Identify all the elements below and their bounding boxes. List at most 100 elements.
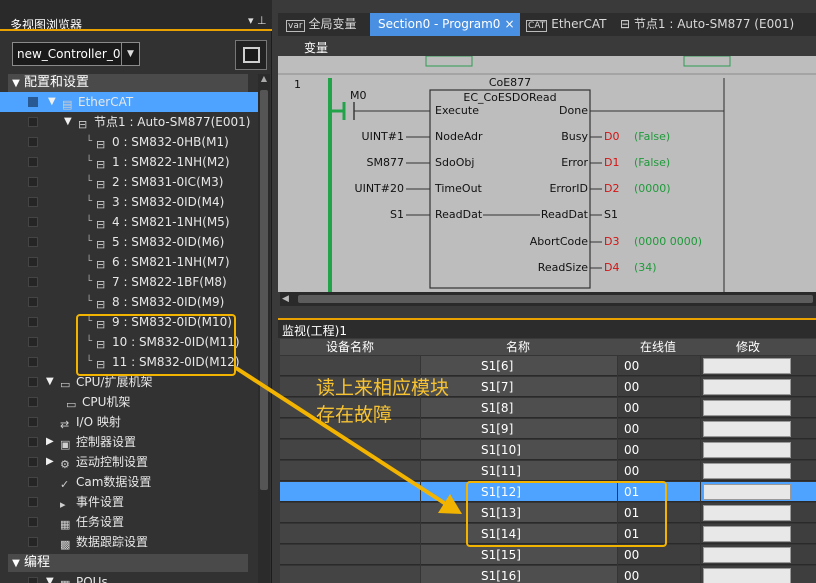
modify-input[interactable] (703, 358, 791, 374)
collapse-triangle-icon[interactable]: ▼ (46, 572, 54, 583)
tree-checkbox[interactable] (28, 197, 38, 207)
name-cell[interactable]: S1[16] (421, 566, 617, 583)
input-var-readdat[interactable]: S1 (318, 208, 404, 221)
tree-checkbox[interactable] (28, 457, 38, 467)
collapse-triangle-icon[interactable]: ▼ (46, 372, 54, 392)
tree-item-motion-settings[interactable]: ▶ ⚙ 运动控制设置 (0, 452, 258, 472)
tree-checkbox[interactable] (28, 437, 38, 447)
tree-checkbox[interactable] (28, 177, 38, 187)
scrollbar-thumb[interactable] (260, 90, 268, 490)
name-cell[interactable]: S1[15] (421, 545, 617, 565)
tree-checkbox[interactable] (28, 117, 38, 127)
close-icon[interactable]: × (504, 17, 514, 31)
name-cell[interactable]: S1[6] (421, 356, 617, 376)
output-var-error[interactable]: D1 (604, 156, 619, 169)
tab-global-variables[interactable]: var 全局变量 (282, 13, 370, 36)
tree-item-module-m9[interactable]: └ ⊟ 8 : SM832-0ID(M9) (0, 292, 258, 312)
output-var-readsize[interactable]: D4 (604, 261, 619, 274)
name-cell[interactable]: S1[7] (421, 377, 617, 397)
scroll-left-icon[interactable]: ◀ (282, 292, 289, 306)
tree-checkbox[interactable] (28, 317, 38, 327)
tree-checkbox[interactable] (28, 517, 38, 527)
variable-bar[interactable]: 变量 (278, 36, 816, 56)
expand-triangle-icon[interactable]: ▶ (46, 432, 54, 452)
expand-triangle-icon[interactable]: ▶ (46, 452, 54, 472)
modify-input[interactable] (703, 505, 791, 521)
tree-checkbox[interactable] (28, 357, 38, 367)
tree-item-task-settings[interactable]: ▦ 任务设置 (0, 512, 258, 532)
tree-checkbox[interactable] (28, 397, 38, 407)
tab-section0-program0[interactable]: Section0 - Program0 × (370, 13, 520, 36)
name-cell[interactable]: S1[11] (421, 461, 617, 481)
modify-input[interactable] (703, 463, 791, 479)
modify-input[interactable] (703, 484, 791, 500)
modify-input[interactable] (703, 442, 791, 458)
tree-checkbox[interactable] (28, 577, 38, 583)
section-config-settings[interactable]: ▼ 配置和设置 (8, 74, 248, 92)
col-name[interactable]: 名称 (506, 339, 530, 355)
tree-item-cam-data[interactable]: ✓ Cam数据设置 (0, 472, 258, 492)
output-var-busy[interactable]: D0 (604, 130, 619, 143)
tree-item-ethercat[interactable]: ▼ ▤ EtherCAT (0, 92, 258, 112)
tree-item-module-m8[interactable]: └ ⊟ 7 : SM822-1BF(M8) (0, 272, 258, 292)
table-row[interactable]: S1[15] 00 (280, 545, 816, 566)
modify-input[interactable] (703, 526, 791, 542)
input-var-nodeadr[interactable]: UINT#1 (318, 130, 404, 143)
name-cell[interactable]: S1[8] (421, 398, 617, 418)
input-var-timeout[interactable]: UINT#20 (318, 182, 404, 195)
col-modify[interactable]: 修改 (736, 339, 760, 355)
controller-chip-icon[interactable] (235, 40, 267, 70)
output-var-abortcode[interactable]: D3 (604, 235, 619, 248)
ladder-horizontal-scrollbar[interactable]: ◀ (280, 292, 816, 306)
collapse-triangle-icon[interactable]: ▼ (8, 75, 24, 93)
modify-input[interactable] (703, 421, 791, 437)
tree-checkbox[interactable] (28, 497, 38, 507)
collapse-triangle-icon[interactable]: ▼ (64, 112, 72, 132)
output-var-readdat[interactable]: S1 (604, 208, 618, 221)
tree-item-module-m1[interactable]: └ ⊟ 0 : SM832-0HB(M1) (0, 132, 258, 152)
tree-checkbox[interactable] (28, 377, 38, 387)
tree-item-module-m6[interactable]: └ ⊟ 5 : SM832-0ID(M6) (0, 232, 258, 252)
tree-checkbox[interactable] (28, 297, 38, 307)
tree-item-module-m3[interactable]: └ ⊟ 2 : SM831-0IC(M3) (0, 172, 258, 192)
modify-input[interactable] (703, 379, 791, 395)
input-var-sdoobj[interactable]: SM877 (318, 156, 404, 169)
tree-checkbox[interactable] (28, 537, 38, 547)
col-online-value[interactable]: 在线值 (640, 339, 676, 355)
tab-node1-auto-sm877[interactable]: ⊟ 节点1 : Auto-SM877 (E001) (616, 13, 816, 36)
tree-item-controller-settings[interactable]: ▶ ▣ 控制器设置 (0, 432, 258, 452)
tree-checkbox[interactable] (28, 97, 38, 107)
modify-input[interactable] (703, 547, 791, 563)
tree-item-module-m4[interactable]: └ ⊟ 3 : SM832-0ID(M4) (0, 192, 258, 212)
name-cell[interactable]: S1[9] (421, 419, 617, 439)
pin-icon[interactable]: ▾ ⊥ (248, 14, 267, 27)
tree-checkbox[interactable] (28, 417, 38, 427)
modify-input[interactable] (703, 400, 791, 416)
col-device-name[interactable]: 设备名称 (326, 339, 374, 355)
controller-select[interactable]: new_Controller_0 ▼ (12, 42, 140, 66)
section-programming[interactable]: ▼ 编程 (8, 554, 248, 572)
tree-item-node1[interactable]: ▼ ⊟ 节点1 : Auto-SM877(E001) (0, 112, 258, 132)
tree-checkbox[interactable] (28, 257, 38, 267)
table-row[interactable]: S1[6] 00 (280, 356, 816, 377)
tree-checkbox[interactable] (28, 277, 38, 287)
tree-item-event-settings[interactable]: ▸ 事件设置 (0, 492, 258, 512)
tree-item-data-trace[interactable]: ▩ 数据跟踪设置 (0, 532, 258, 552)
collapse-triangle-icon[interactable]: ▼ (48, 92, 56, 112)
tab-ethercat[interactable]: CAT EtherCAT (522, 13, 614, 36)
tree-checkbox[interactable] (28, 337, 38, 347)
modify-input[interactable] (703, 568, 791, 583)
tree-checkbox[interactable] (28, 137, 38, 147)
tree-item-cpu-rack[interactable]: ▭ CPU机架 (0, 392, 258, 412)
table-row[interactable]: S1[16] 00 (280, 566, 816, 583)
output-var-errorid[interactable]: D2 (604, 182, 619, 195)
tree-checkbox[interactable] (28, 237, 38, 247)
table-row[interactable]: S1[10] 00 (280, 440, 816, 461)
tree-scrollbar[interactable]: ▲ (258, 74, 270, 583)
tree-checkbox[interactable] (28, 217, 38, 227)
name-cell[interactable]: S1[10] (421, 440, 617, 460)
collapse-triangle-icon[interactable]: ▼ (8, 555, 24, 573)
scrollbar-thumb[interactable] (298, 295, 813, 303)
ladder-editor[interactable]: 1 M0 CoE877 EC_CoESDORead Execute NodeAd… (278, 56, 816, 292)
tree-checkbox[interactable] (28, 157, 38, 167)
